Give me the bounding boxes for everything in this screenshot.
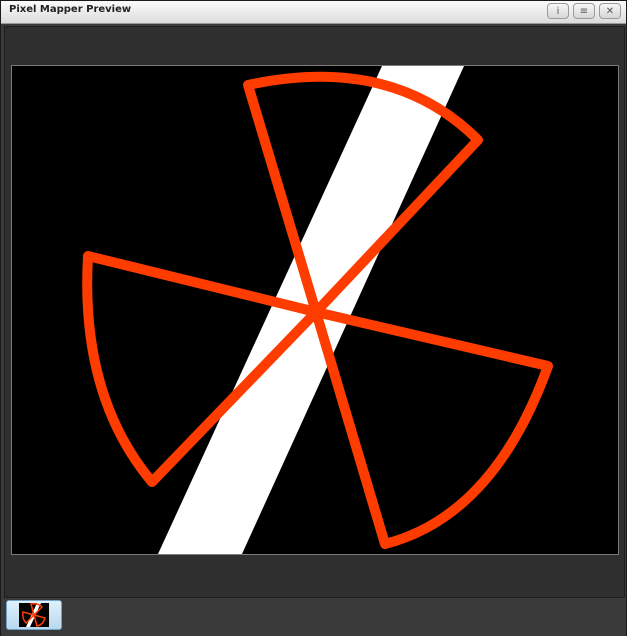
close-icon: ✕ [605, 5, 615, 17]
info-icon: i [556, 5, 560, 17]
thumbnail-preview [19, 603, 49, 627]
close-button[interactable]: ✕ [599, 3, 621, 19]
preview-panel [4, 26, 625, 598]
title-bar[interactable]: Pixel Mapper Preview i ≡ ✕ [1, 1, 626, 24]
window-title: Pixel Mapper Preview [9, 4, 132, 15]
info-button[interactable]: i [547, 3, 569, 19]
thumbnail-bar [1, 598, 626, 636]
menu-button[interactable]: ≡ [573, 3, 595, 19]
thumbnail-graphic [22, 603, 46, 627]
pixel-map-preset-thumbnail[interactable] [6, 600, 62, 630]
pixel-preview-graphic [12, 66, 618, 554]
menu-icon: ≡ [579, 5, 589, 17]
pixel-preview-canvas[interactable] [11, 65, 619, 555]
pixel-mapper-preview-window: Pixel Mapper Preview i ≡ ✕ [0, 0, 627, 636]
